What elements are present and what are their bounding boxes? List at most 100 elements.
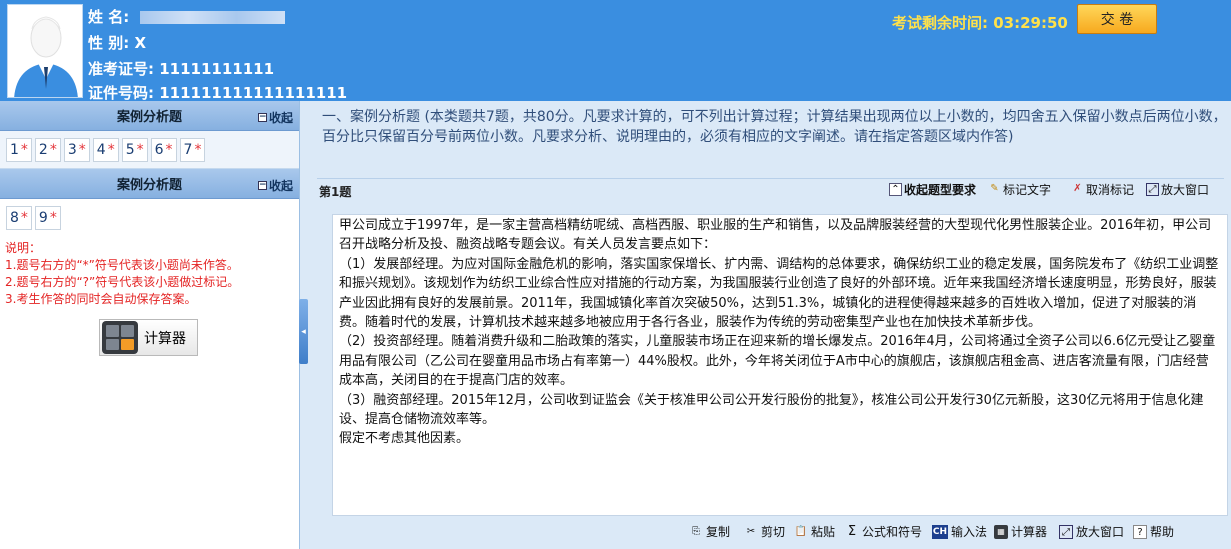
cut-button[interactable]: ✂ 剪切 (744, 523, 785, 540)
collapse-requirements-button[interactable]: ⌃ 收起题型要求 (889, 181, 976, 198)
question-paragraph: 甲公司成立于1997年，是一家主营高档精纺呢绒、高档西服、职业服的生产和销售，以… (339, 218, 1212, 253)
cancel-mark-label: 取消标记 (1086, 183, 1135, 197)
question-nav-item[interactable]: 4 * (92, 138, 119, 162)
enlarge-icon: ⤢ (1059, 524, 1073, 539)
exam-timer: 考试剩余时间: 03:29:50 (892, 12, 1068, 33)
copy-button[interactable]: ⎘ 复制 (689, 523, 730, 540)
unanswered-mark: * (20, 210, 28, 226)
calculator-toolbar-label: 计算器 (1011, 525, 1048, 539)
question-list-2: 8 * 9 * (0, 199, 299, 237)
unanswered-mark: * (107, 142, 115, 158)
unanswered-mark: * (165, 142, 173, 158)
question-number: 4 (96, 142, 106, 158)
help-icon: ? (1133, 524, 1147, 539)
question-number: 8 (10, 210, 19, 226)
help-label: 帮助 (1150, 525, 1175, 539)
question-nav-item[interactable]: 5 * (121, 138, 148, 162)
enlarge-window-bottom-button[interactable]: ⤢ 放大窗口 (1059, 523, 1124, 540)
formula-button[interactable]: Σ 公式和符号 (845, 523, 922, 540)
unanswered-mark: * (78, 142, 86, 158)
question-number: 7 (183, 142, 193, 158)
timer-value: 03:29:50 (993, 14, 1068, 32)
question-list-1: 1 * 2 * 3 * 4 * 5 * 6 * 7 * (0, 131, 299, 169)
question-title: 第1题 (319, 185, 352, 199)
gender-value: X (134, 34, 147, 52)
question-number: 3 (67, 142, 77, 158)
question-number: 9 (38, 210, 48, 226)
paste-icon: 📋 (794, 525, 808, 537)
id-value: 111111111111111111 (159, 84, 348, 102)
timer-label: 考试剩余时间: (892, 14, 988, 32)
calculator-icon (102, 321, 138, 354)
input-method-label: 输入法 (951, 525, 988, 539)
unanswered-mark: * (20, 142, 28, 158)
question-navigator: 案例分析题 − 收起 1 * 2 * 3 * 4 * 5 * 6 * 7 * 案例分析题 − … (0, 101, 300, 549)
mark-text-label: 标记文字 (1003, 183, 1052, 197)
question-number: 5 (125, 142, 135, 158)
name-label: 姓 名: (88, 8, 130, 26)
input-method-button[interactable]: CH 输入法 (932, 523, 987, 540)
calculator-toolbar-button[interactable]: ▦ 计算器 (994, 523, 1047, 540)
question-number: 2 (38, 142, 48, 158)
paste-label: 粘贴 (811, 525, 836, 539)
id-row: 证件号码: 111111111111111111 (88, 82, 347, 103)
section-instructions: 一、案例分析题 (本类题共7题，共80分。凡要求计算的，可不列出计算过程；计算结… (322, 109, 1227, 145)
name-row: 姓 名: (88, 6, 286, 27)
mark-text-button[interactable]: ✎ 标记文字 (988, 181, 1051, 198)
cancel-mark-button[interactable]: ✗ 取消标记 (1071, 181, 1134, 198)
avatar (7, 4, 83, 98)
question-nav-item[interactable]: 6 * (150, 138, 177, 162)
enlarge-bottom-label: 放大窗口 (1076, 525, 1125, 539)
panel-toggle-handle[interactable]: ◂ (299, 299, 308, 364)
header: 姓 名: 性 别: X 准考证号: 11111111111 证件号码: 1111… (0, 0, 1231, 103)
submit-exam-button[interactable]: 交 卷 (1077, 4, 1157, 34)
section-title-2: 案例分析题 (116, 178, 182, 193)
note-item: 2.题号右方的“?”符号代表该小题做过标记。 (5, 275, 240, 289)
question-number: 6 (154, 142, 164, 158)
unanswered-mark: * (49, 142, 57, 158)
calculator-button[interactable]: 计算器 (99, 319, 198, 356)
pencil-icon: ✎ (990, 183, 999, 194)
question-paragraph: （3）融资部经理。2015年12月，公司收到证监会《关于核准甲公司公开发行股份的… (339, 392, 1204, 428)
question-nav-item[interactable]: 8 * (6, 206, 32, 230)
help-button[interactable]: ? 帮助 (1133, 523, 1174, 540)
calculator-label: 计算器 (144, 330, 186, 347)
section-title-1: 案例分析题 (116, 110, 182, 125)
editor-toolbar: ⎘ 复制 ✂ 剪切 📋 粘贴 Σ 公式和符号 CH 输入法 ▦ 计算器 ⤢ 放大… (310, 519, 1231, 549)
enlarge-icon: ⤢ (1146, 183, 1159, 196)
question-nav-item[interactable]: 2 * (34, 138, 61, 162)
input-method-icon: CH (932, 524, 948, 539)
collapse-icon: − (257, 112, 267, 122)
section-header-2: 案例分析题 − 收起 (0, 169, 299, 199)
unanswered-mark: * (136, 142, 144, 158)
question-paragraph: 假定不考虑其他因素。 (339, 431, 470, 447)
admission-value: 11111111111 (159, 60, 275, 78)
enlarge-label: 放大窗口 (1161, 183, 1210, 197)
collapse-up-icon: ⌃ (889, 183, 902, 196)
collapse-requirements-label: 收起题型要求 (904, 183, 977, 197)
unanswered-mark: * (49, 210, 57, 226)
question-nav-item[interactable]: 1 * (6, 138, 32, 162)
question-paragraph: （2）投资部经理。随着消费升级和二胎政策的落实，儿童服装市场正在迎来新的增长爆发… (339, 334, 1216, 389)
gender-row: 性 别: X (88, 32, 146, 53)
gender-label: 性 别: (88, 34, 130, 52)
section-header-1: 案例分析题 − 收起 (0, 101, 299, 131)
question-nav-item[interactable]: 9 * (34, 206, 61, 230)
question-number: 1 (10, 142, 19, 158)
masked-name (140, 11, 286, 24)
enlarge-window-button[interactable]: ⤢ 放大窗口 (1146, 181, 1209, 198)
paste-button[interactable]: 📋 粘贴 (794, 523, 835, 540)
question-nav-item[interactable]: 3 * (63, 138, 90, 162)
calculator-icon: ▦ (994, 524, 1008, 539)
eraser-icon: ✗ (1073, 183, 1082, 194)
note-item: 1.题号右方的“*”符号代表该小题尚未作答。 (5, 258, 239, 272)
question-content: 甲公司成立于1997年，是一家主营高档精纺呢绒、高档西服、职业服的生产和销售，以… (332, 214, 1228, 516)
scissors-icon: ✂ (746, 525, 756, 537)
instructions-notes: 说明： 1.题号右方的“*”符号代表该小题尚未作答。 2.题号右方的“?”符号代… (5, 240, 239, 308)
copy-label: 复制 (706, 525, 731, 539)
question-nav-item[interactable]: 7 * (179, 138, 206, 162)
collapse-section-2-button[interactable]: − 收起 (257, 177, 293, 194)
question-toolbar: 第1题 ⌃ 收起题型要求 ✎ 标记文字 ✗ 取消标记 ⤢ 放大窗口 (317, 178, 1224, 200)
admission-row: 准考证号: 11111111111 (88, 58, 274, 79)
collapse-section-1-button[interactable]: − 收起 (257, 109, 293, 126)
